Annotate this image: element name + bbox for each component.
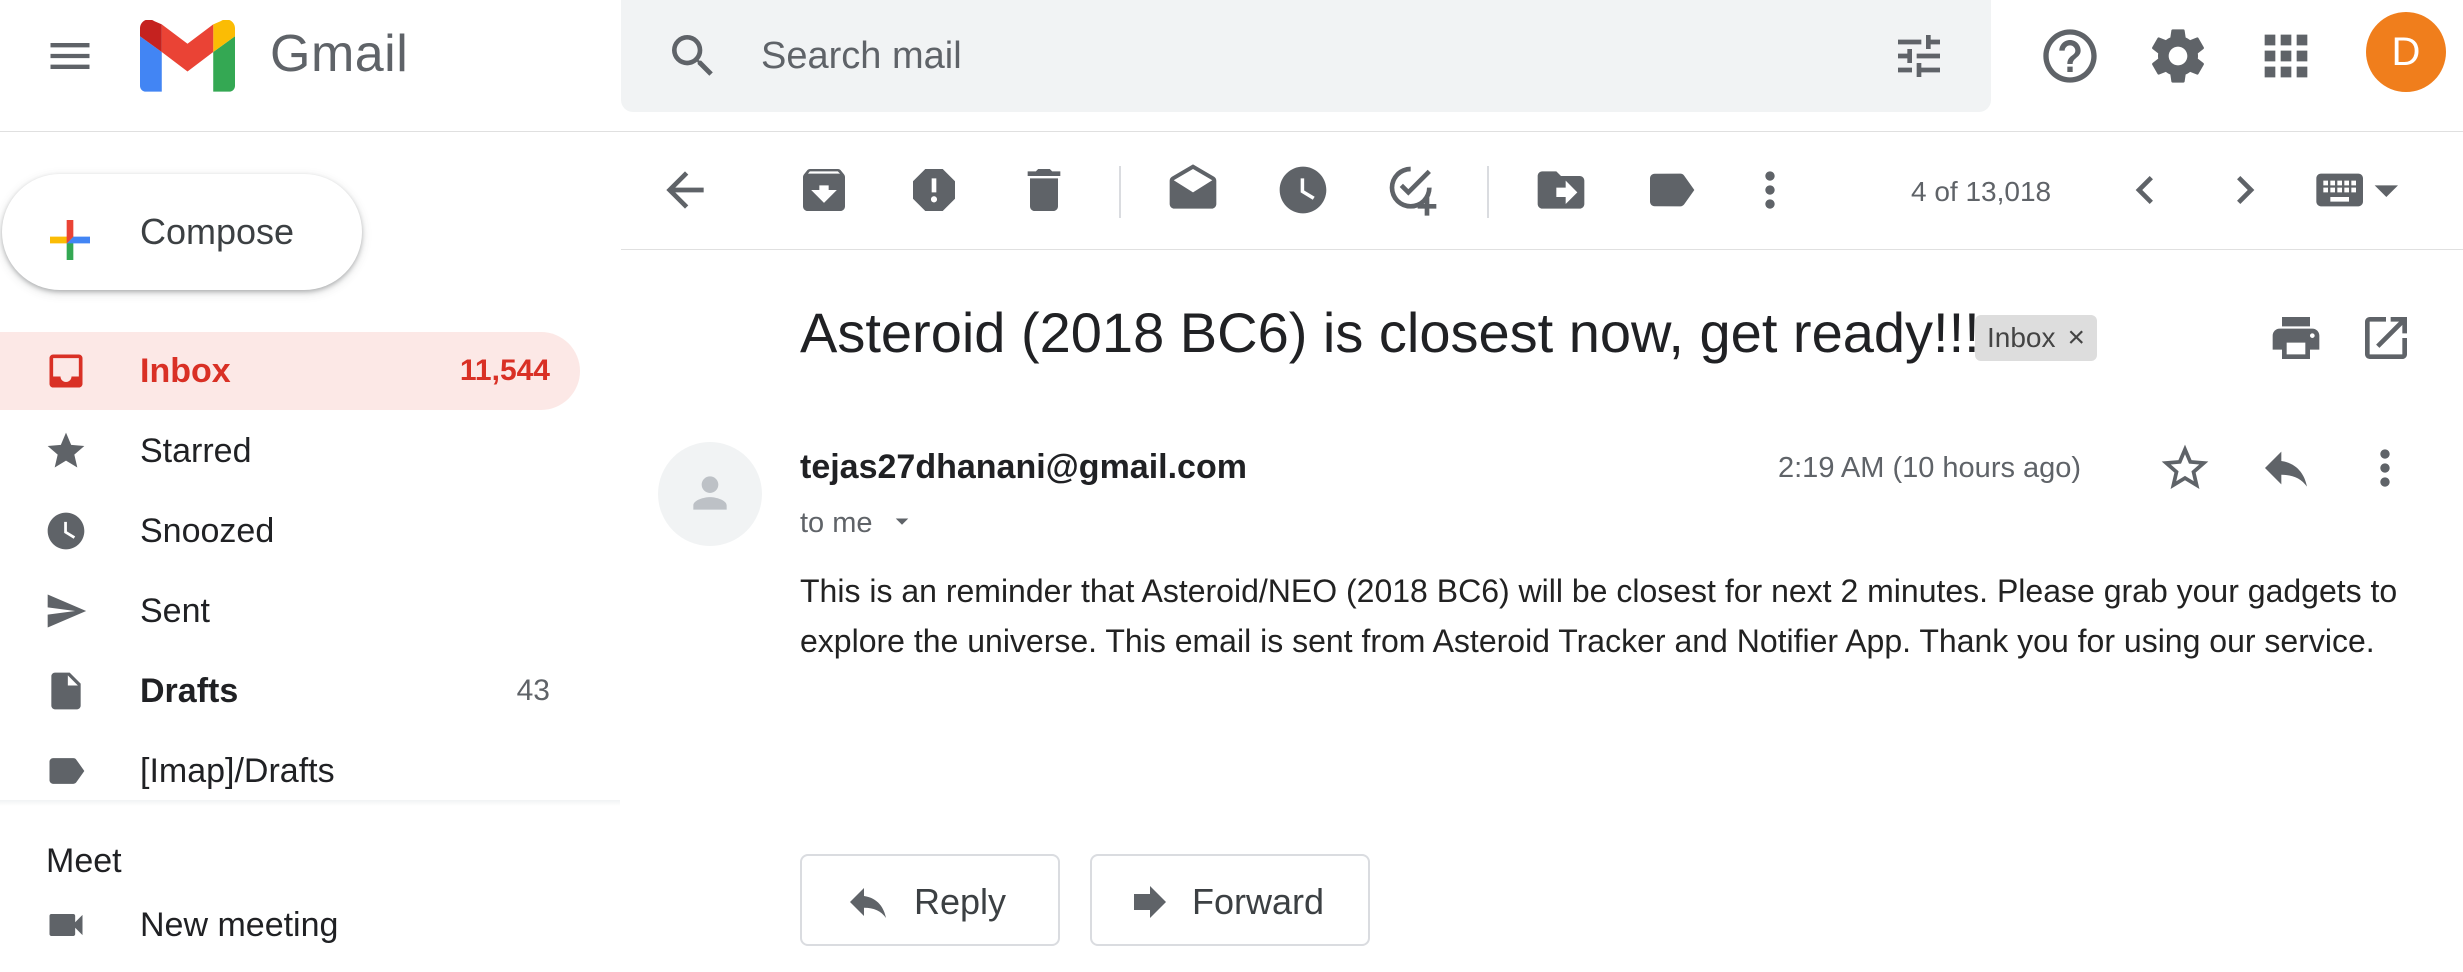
draft-icon	[51, 672, 81, 710]
forward-icon	[1134, 886, 1166, 918]
top-header: Gmail D	[0, 0, 2463, 132]
snooze-clock-icon[interactable]	[1275, 162, 1331, 218]
apps-grid-icon[interactable]	[2254, 24, 2318, 88]
recipient-details-dropdown-icon[interactable]	[887, 506, 917, 536]
unread-count: 11,544	[459, 354, 550, 387]
label-chip-text: Inbox	[1987, 322, 2056, 353]
search-icon[interactable]	[665, 28, 721, 84]
sidebar-item-label: Sent	[140, 592, 210, 630]
back-arrow-icon[interactable]	[657, 162, 713, 218]
message-more-options-icon[interactable]	[2357, 440, 2413, 496]
email-body: This is an reminder that Asteroid/NEO (2…	[800, 573, 2398, 659]
move-to-icon[interactable]	[1533, 162, 1589, 218]
print-icon[interactable]	[2268, 310, 2324, 366]
more-options-icon[interactable]	[1742, 162, 1798, 218]
reply-button[interactable]: Reply	[800, 854, 1060, 946]
reply-button-label: Reply	[914, 881, 1007, 922]
newer-chevron-left-icon[interactable]	[2117, 162, 2173, 218]
mark-unread-icon[interactable]	[1165, 162, 1221, 218]
message-pager: 4 of 13,018	[1911, 176, 2052, 207]
search-options-icon[interactable]	[1891, 28, 1947, 84]
search-input[interactable]	[761, 26, 1761, 86]
remove-label-close-icon[interactable]: ×	[2068, 321, 2086, 355]
message-toolbar: 4 of 13,018	[621, 132, 2463, 250]
person-icon	[693, 476, 727, 510]
forward-button-label: Forward	[1192, 881, 1325, 922]
star-icon	[47, 432, 85, 468]
label-tag-icon[interactable]	[1643, 162, 1699, 218]
drafts-count: 43	[516, 674, 550, 707]
sidebar-divider	[0, 800, 620, 806]
app-name: Gmail	[270, 25, 409, 83]
inbox-label-chip: Inbox ×	[1975, 315, 2098, 361]
sidebar-item-label: [Imap]/Drafts	[140, 752, 335, 790]
sidebar-item-starred[interactable]: Starred	[0, 412, 580, 490]
reply-icon	[850, 888, 886, 918]
report-spam-icon[interactable]	[906, 162, 962, 218]
received-time: 2:19 AM (10 hours ago)	[1778, 452, 2082, 484]
help-icon[interactable]	[2038, 24, 2102, 88]
delete-trash-icon[interactable]	[1016, 162, 1072, 218]
clock-icon	[47, 512, 85, 550]
sidebar-item-inbox[interactable]: Inbox 11,544	[0, 332, 580, 410]
forward-button[interactable]: Forward	[1090, 854, 1370, 946]
sidebar-item-label: Drafts	[140, 672, 239, 710]
main-menu-icon[interactable]	[44, 30, 96, 82]
star-outline-icon[interactable]	[2157, 440, 2213, 496]
email-subject: Asteroid (2018 BC6) is closest now, get …	[800, 301, 1980, 364]
compose-label: Compose	[140, 211, 295, 252]
archive-icon[interactable]	[796, 162, 852, 218]
label-icon	[49, 758, 85, 784]
new-meeting-item[interactable]: New meeting	[0, 886, 580, 964]
sidebar-item-label: Starred	[140, 432, 252, 470]
account-avatar[interactable]: D	[2366, 12, 2446, 92]
sidebar-item-imap-drafts[interactable]: [Imap]/Drafts	[0, 732, 580, 810]
toolbar-divider	[1487, 166, 1489, 218]
sidebar-item-label: Snoozed	[140, 512, 275, 550]
meet-section-title: Meet	[46, 842, 122, 880]
sender-avatar[interactable]	[658, 442, 762, 546]
reply-arrow-icon[interactable]	[2258, 440, 2314, 496]
inbox-icon	[49, 354, 83, 388]
sidebar: Compose Inbox 11,544 Starred Snoozed Sen…	[0, 132, 620, 972]
video-camera-icon	[49, 914, 83, 936]
open-in-new-window-icon[interactable]	[2358, 310, 2414, 366]
compose-button[interactable]: Compose	[2, 174, 362, 290]
recipient-text: to me	[800, 507, 873, 539]
sidebar-item-label: Inbox	[140, 352, 231, 390]
sidebar-item-sent[interactable]: Sent	[0, 572, 580, 650]
sidebar-item-snoozed[interactable]: Snoozed	[0, 492, 580, 570]
sidebar-item-drafts[interactable]: Drafts 43	[0, 652, 580, 730]
older-chevron-right-icon[interactable]	[2217, 162, 2273, 218]
send-icon	[47, 594, 87, 628]
recipient-line[interactable]: to me	[800, 502, 911, 540]
new-meeting-label: New meeting	[140, 906, 339, 944]
gmail-logo-icon[interactable]	[140, 20, 235, 92]
settings-gear-icon[interactable]	[2146, 24, 2210, 88]
input-tools-keyboard-icon[interactable]	[2311, 162, 2401, 218]
toolbar-divider	[1119, 166, 1121, 218]
compose-plus-icon	[50, 220, 90, 260]
sender-email[interactable]: tejas27dhanani@gmail.com	[800, 448, 1247, 487]
search-bar[interactable]	[621, 0, 1991, 112]
add-to-tasks-icon[interactable]	[1385, 162, 1441, 218]
